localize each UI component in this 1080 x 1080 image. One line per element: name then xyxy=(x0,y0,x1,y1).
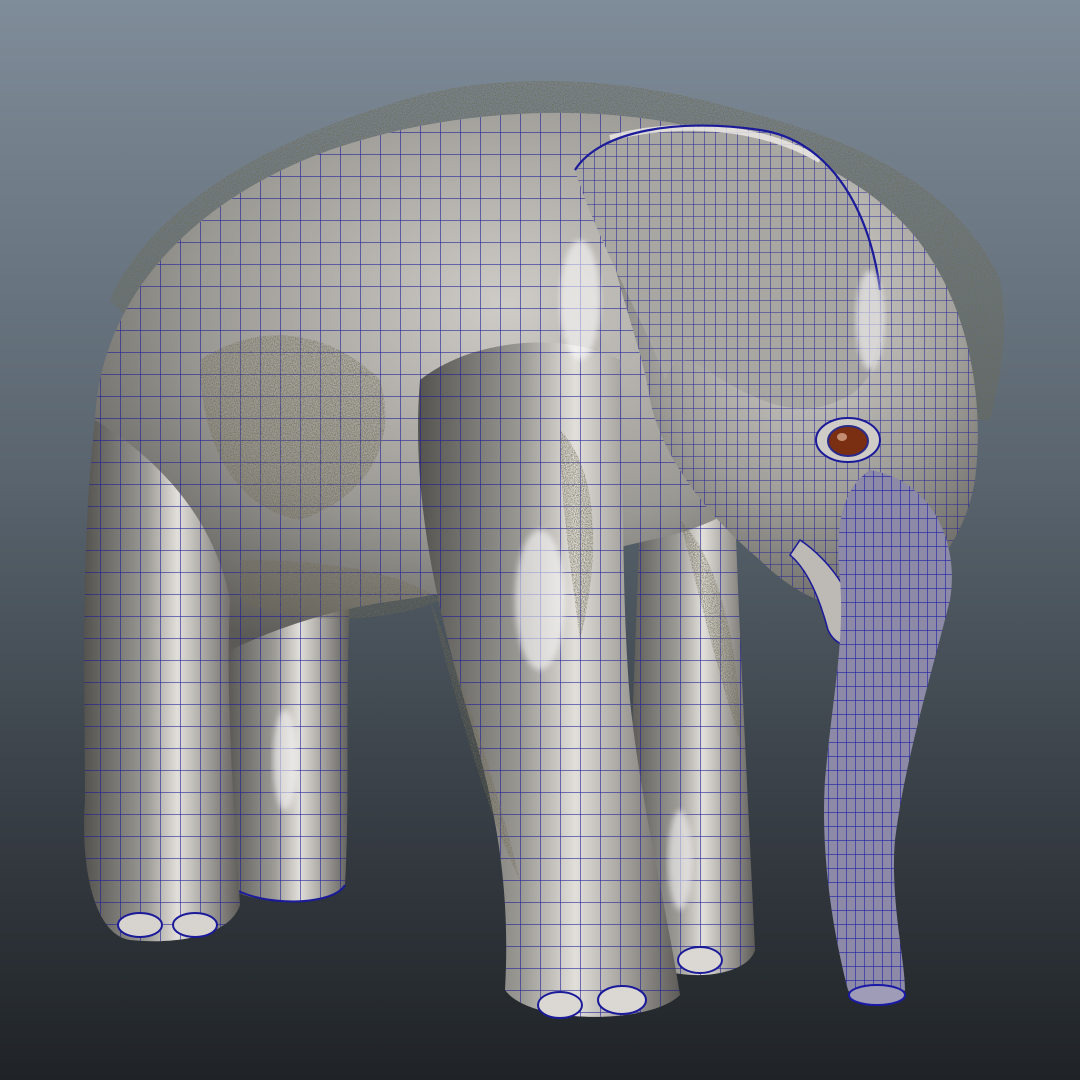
elephant-trunk xyxy=(824,470,952,1006)
elephant-model-render[interactable] xyxy=(0,0,1080,1080)
elephant-eye xyxy=(815,417,881,463)
3d-viewport[interactable] xyxy=(0,0,1080,1080)
